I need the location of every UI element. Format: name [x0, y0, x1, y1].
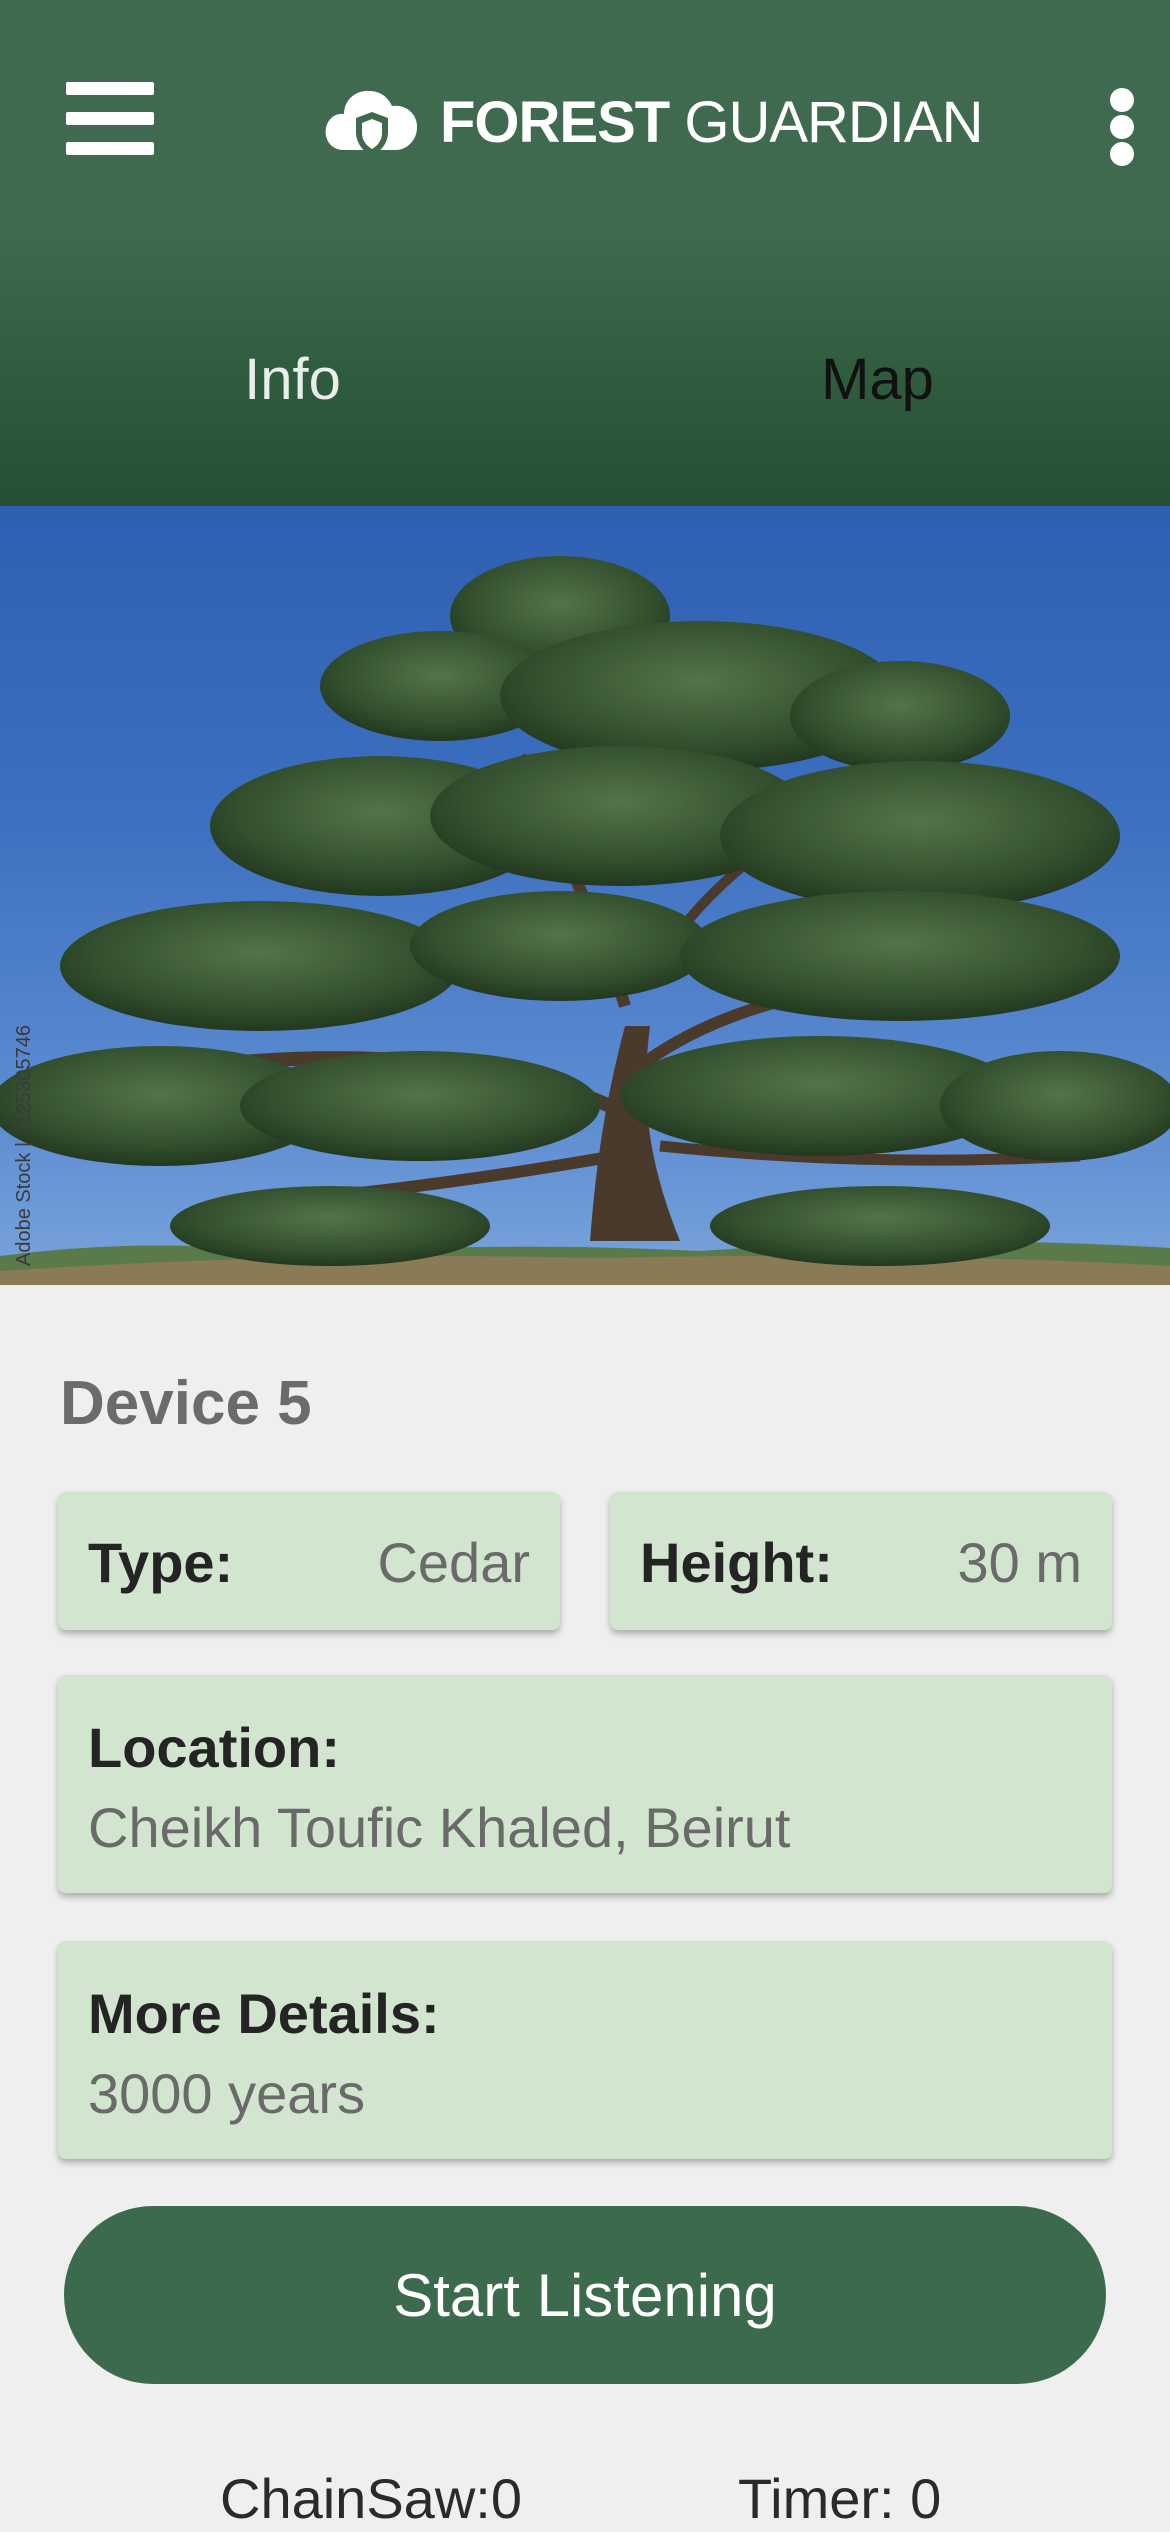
details-value: 3000 years: [88, 2062, 366, 2125]
hamburger-menu-icon[interactable]: [60, 76, 160, 160]
start-listening-button[interactable]: Start Listening: [64, 2206, 1106, 2384]
tab-info[interactable]: Info: [0, 330, 585, 430]
app-logo: FOREST GUARDIAN: [322, 70, 984, 174]
watermark-text: Adobe Stock | #125305746: [13, 1025, 35, 1266]
brand-name-light: GUARDIAN: [669, 89, 983, 155]
height-value: 30 m: [957, 1531, 1083, 1594]
more-vertical-icon[interactable]: [1098, 84, 1146, 170]
cloud-shield-icon: [325, 90, 418, 156]
type-value: Cedar: [377, 1531, 530, 1594]
location-card: Location: Cheikh Toufic Khaled, Beirut: [58, 1675, 1112, 1893]
device-title: Device 5: [60, 1369, 312, 1438]
app-bar: FOREST GUARDIAN Info Map: [0, 0, 1170, 506]
tree-photo: Adobe Stock | #125305746: [0, 506, 1170, 1285]
timer-counter: Timer: 0: [738, 2467, 942, 2530]
height-label: Height:: [640, 1531, 833, 1594]
details-card: More Details: 3000 years: [58, 1941, 1112, 2159]
brand-name: FOREST GUARDIAN: [440, 89, 984, 156]
cedar-tree-image: Adobe Stock | #125305746: [0, 556, 1170, 1285]
height-card: Height: 30 m: [610, 1492, 1112, 1630]
chainsaw-counter: ChainSaw:0: [220, 2467, 522, 2530]
details-label: More Details:: [88, 1982, 440, 2045]
location-label: Location:: [88, 1716, 340, 1779]
type-card: Type: Cedar: [58, 1492, 560, 1630]
brand-name-bold: FOREST: [440, 89, 670, 155]
location-value: Cheikh Toufic Khaled, Beirut: [88, 1796, 791, 1859]
type-label: Type:: [88, 1531, 234, 1594]
tab-map[interactable]: Map: [585, 330, 1170, 430]
